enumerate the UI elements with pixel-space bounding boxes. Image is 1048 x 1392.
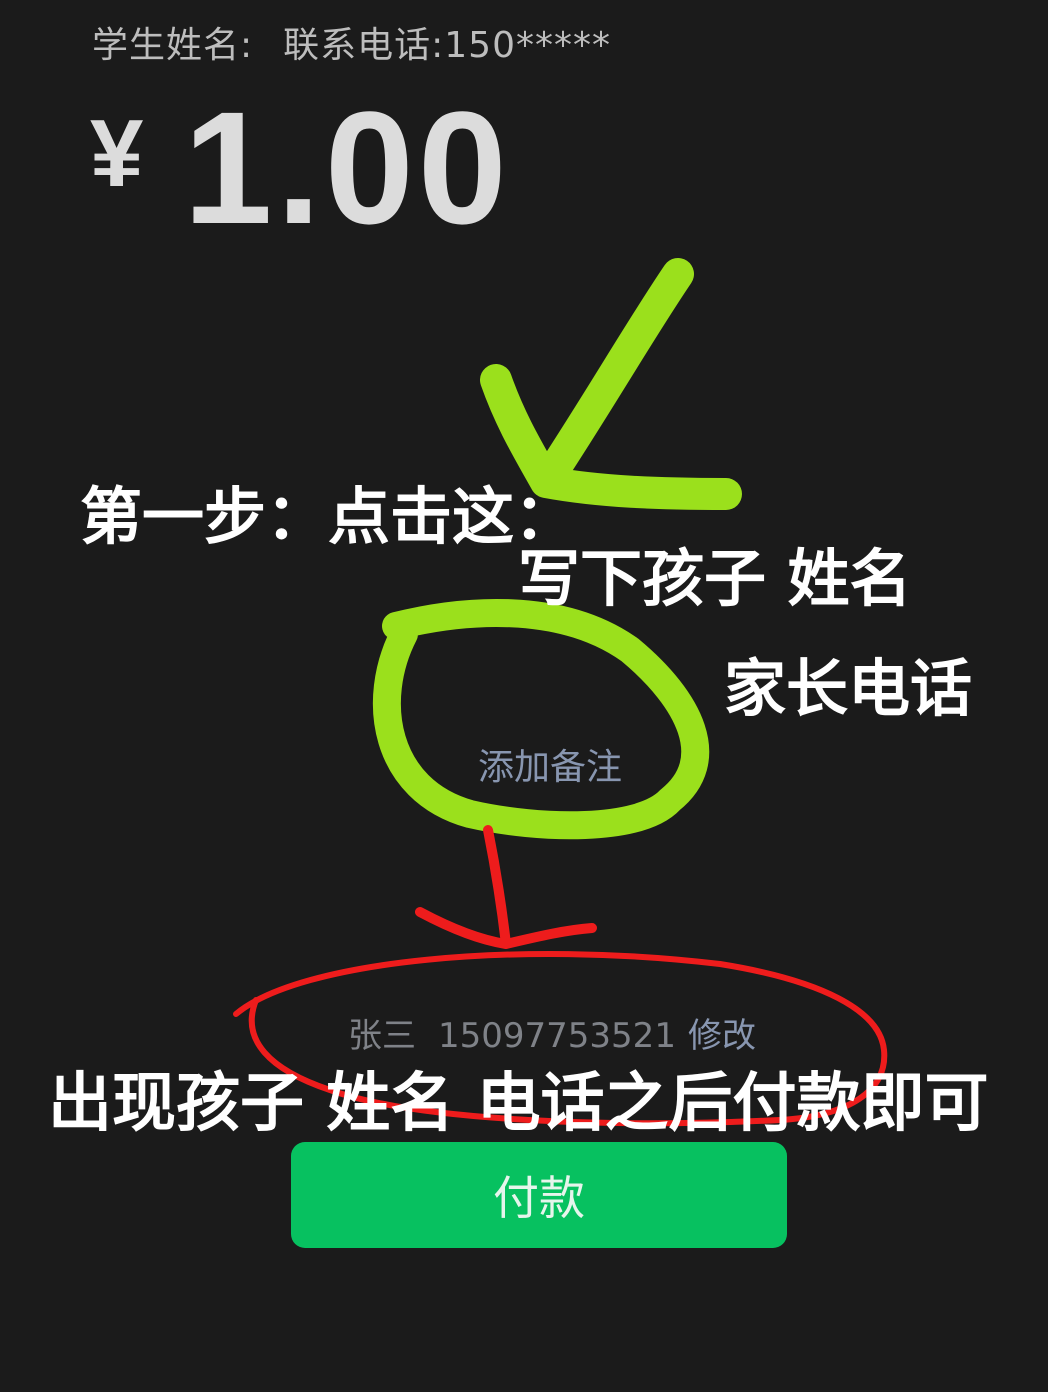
pay-button[interactable]: 付款 [291,1142,787,1248]
annotation-step1: 第一步：点击这： [80,480,577,553]
amount-value: 1.00 [183,78,511,257]
payment-amount: ¥ 1.00 [90,88,511,248]
annotation-final-instruction: 出现孩子 姓名 电话之后付款即可 [48,1067,989,1141]
annotation-write-child-name: 写下孩子 姓名 [518,542,912,615]
green-check-mark [480,258,742,510]
add-remark-link[interactable]: 添加备注 [478,738,622,790]
remark-phone-number: 15097753521 [438,1016,676,1056]
student-name-label: 学生姓名: [92,25,254,66]
payment-hint: 学生姓名: 联系电话:150***** [92,16,611,68]
green-circle-mark [372,598,710,840]
contact-phone-label: 联系电话:150***** [283,25,611,66]
edit-remark-link[interactable]: 修改 [688,1016,756,1056]
red-arrow-mark [415,825,597,949]
remark-preview: 张三 15097753521 修改 [348,1008,756,1057]
currency-symbol: ¥ [90,100,144,207]
remark-child-name: 张三 [348,1016,416,1056]
annotation-parent-phone: 家长电话 [724,652,973,725]
